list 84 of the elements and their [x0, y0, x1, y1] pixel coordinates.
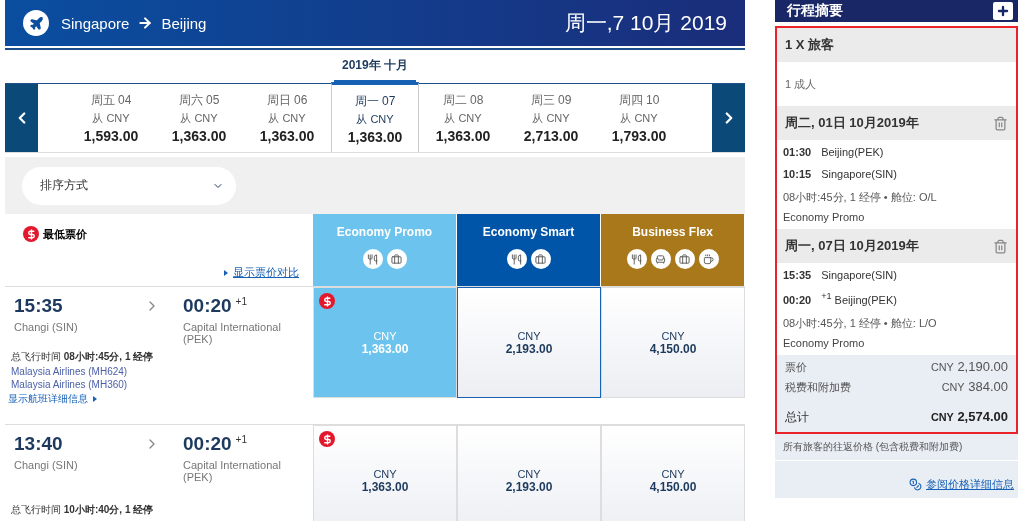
from-label: 从 CNY: [444, 111, 482, 126]
segment-date: 周二, 01日 10月2019年: [785, 114, 919, 132]
coins-icon: [909, 477, 922, 491]
day-label: 周三 09: [530, 92, 572, 109]
cabin-class: Economy Promo: [783, 211, 866, 223]
seat-icon: [655, 253, 666, 265]
fare-option[interactable]: CNY 1,363.00: [313, 425, 457, 521]
flight-date: 周一,7 10月 2019: [564, 10, 727, 36]
price-details-link[interactable]: 参阅价格详细信息: [775, 459, 1018, 498]
airline-flight: Malaysia Airlines (MH360): [10, 379, 129, 390]
day-label: 周一 07: [354, 92, 396, 110]
departure-time: 15:35: [14, 295, 63, 317]
segment-stop: 10:15 Singapore(SIN): [783, 168, 898, 180]
segment-info: 08小时:45分, 1 经停 • 舱位: O/L: [783, 190, 938, 205]
lowest-price: 1,363.00: [171, 128, 227, 144]
arrival-time: 00:20 $^{+1}$: [183, 433, 248, 455]
price-note: 所有旅客的往返价格 (包含税费和附加费): [775, 433, 1018, 460]
date-tab[interactable]: 周一 07 从 CNY 1,363.00: [331, 82, 419, 152]
sort-dropdown[interactable]: 排序方式: [22, 166, 236, 205]
from-label: 从 CNY: [620, 111, 658, 126]
lowest-price: 2,713.00: [523, 128, 579, 144]
compare-fares-link[interactable]: 显示票价对比: [224, 265, 299, 280]
cup-icon: [703, 253, 714, 265]
lowest-price: 1,363.00: [435, 128, 491, 144]
fare-class-name: Business Flex: [632, 225, 713, 239]
from-label: 从 CNY: [180, 111, 218, 126]
destination-airport: Capital International (PEK): [183, 321, 282, 345]
destination-airport: Capital International (PEK): [183, 459, 282, 483]
from-label: 从 CNY: [532, 111, 570, 126]
flight-duration: 总飞行时间 10小时:40分, 1 经停: [10, 503, 155, 517]
origin-city: Singapore: [61, 14, 130, 32]
trash-icon[interactable]: [993, 238, 1008, 254]
flight-duration: 总飞行时间 08小时:45分, 1 经停: [10, 350, 155, 364]
passengers-heading: 1 X 旅客: [785, 36, 835, 54]
lowest-fare-legend: 最低票价: [23, 226, 299, 242]
total-label: 总计: [785, 408, 809, 426]
briefcase-icon: [391, 253, 402, 265]
from-label: 从 CNY: [268, 111, 306, 126]
departure-time: 13:40: [14, 433, 63, 455]
day-label: 周二 08: [442, 92, 484, 109]
segment-stop: 15:35 Singapore(SIN): [783, 269, 898, 281]
trash-icon[interactable]: [993, 115, 1008, 131]
fare-option[interactable]: CNY 2,193.00: [457, 287, 601, 398]
destination-city: Beijing: [161, 14, 207, 32]
fare-option[interactable]: CNY 2,193.00: [457, 425, 601, 521]
utensils-icon: [511, 253, 522, 265]
lowest-price: 1,363.00: [259, 128, 315, 144]
day-label: 周六 05: [178, 92, 220, 109]
fare-option[interactable]: CNY 4,150.00: [601, 287, 745, 398]
fare-class-name: Economy Smart: [482, 225, 575, 239]
briefcase-icon: [679, 253, 690, 265]
lowest-price: 1,363.00: [347, 128, 403, 145]
plane-icon: [23, 10, 49, 36]
summary-title: 行程摘要: [787, 2, 843, 20]
lowest-price: 1,593.00: [83, 128, 139, 144]
briefcase-icon: [535, 253, 546, 265]
cabin-class: Economy Promo: [783, 336, 866, 349]
passenger-count: 1 成人: [784, 77, 818, 92]
origin-airport: Changi (SIN): [13, 321, 79, 333]
segment-date: 周一, 07日 10月2019年: [785, 237, 919, 255]
segment-stop: 01:30 Beijing(PEK): [783, 146, 885, 158]
arrival-time: 00:20 $^{+1}$: [183, 295, 248, 317]
price-label: 税费和附加费: [785, 379, 851, 395]
from-label: 从 CNY: [356, 111, 394, 127]
price-label: 票价: [785, 359, 807, 375]
fare-class-name: Economy Promo: [336, 225, 433, 239]
utensils-icon: [631, 253, 642, 265]
day-label: 周五 04: [90, 92, 132, 109]
day-label: 周日 06: [266, 92, 308, 109]
flight-details-link[interactable]: 显示航班详细信息: [8, 392, 305, 406]
from-label: 从 CNY: [92, 111, 130, 126]
segment-stop: 00:20 $^{+1}$ Beijing(PEK): [783, 291, 898, 306]
expand-button[interactable]: [993, 2, 1013, 20]
price-amount: CNY 2,190.00: [930, 358, 1008, 374]
dollar-icon: [23, 226, 39, 242]
lowest-price: 1,793.00: [611, 128, 667, 144]
segment-info: 08小时:45分, 1 经停 • 舱位: L/O: [783, 315, 938, 331]
fare-option[interactable]: CNY 4,150.00: [601, 425, 745, 521]
utensils-icon: [367, 253, 378, 265]
total-amount: CNY 2,574.00: [930, 408, 1008, 424]
origin-airport: Changi (SIN): [13, 459, 79, 471]
airline-flight: Malaysia Airlines (MH624): [10, 366, 129, 377]
day-label: 周四 10: [618, 92, 660, 109]
price-amount: CNY 384.00: [941, 378, 1008, 394]
